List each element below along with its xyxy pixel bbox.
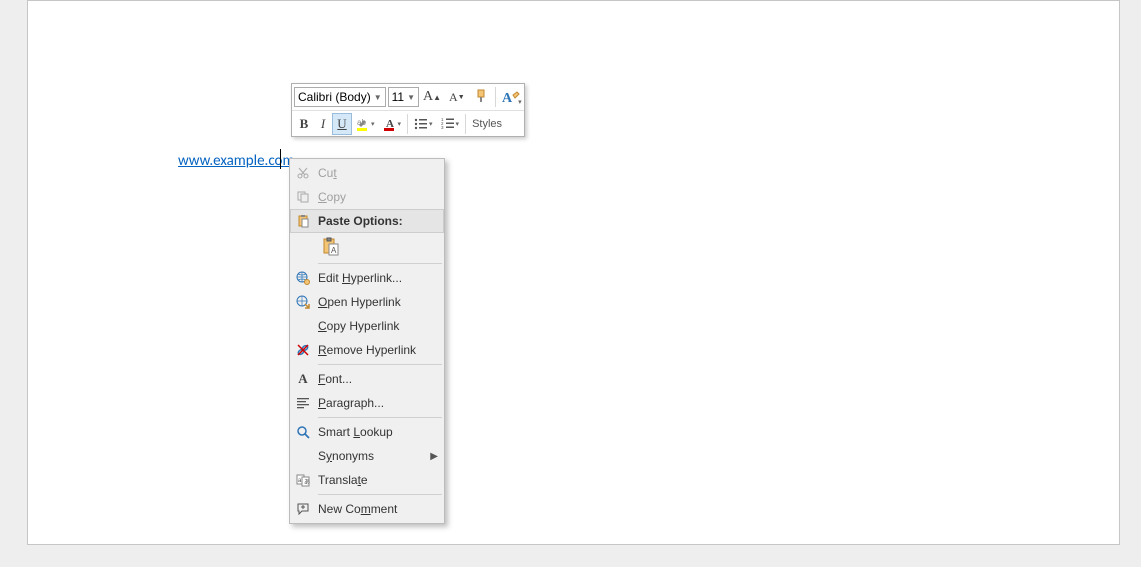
- dropdown-arrow-icon: ▼: [407, 93, 415, 102]
- blank-icon: [294, 447, 312, 465]
- menu-new-comment[interactable]: New Comment: [290, 497, 444, 521]
- font-a-icon: A: [294, 370, 312, 388]
- menu-cut[interactable]: Cut: [290, 161, 444, 185]
- font-name-combo[interactable]: Calibri (Body) ▼: [294, 87, 386, 107]
- grow-font-button[interactable]: A▲: [419, 86, 445, 108]
- copy-icon: [294, 188, 312, 206]
- font-color-icon: A: [383, 117, 397, 131]
- highlight-icon: ab: [356, 117, 370, 131]
- svg-text:3: 3: [441, 125, 444, 130]
- numbering-button[interactable]: 1 2 3 ▾: [437, 113, 464, 135]
- menu-copy[interactable]: Copy: [290, 185, 444, 209]
- svg-text:ab: ab: [357, 118, 366, 127]
- blank-icon: [294, 317, 312, 335]
- scissors-icon: [294, 164, 312, 182]
- paintbrush-icon: [473, 89, 489, 105]
- paste-icon: [294, 212, 312, 230]
- menu-edit-hyperlink[interactable]: Edit Hyperlink...: [290, 266, 444, 290]
- magnifier-icon: [294, 423, 312, 441]
- font-size-combo[interactable]: 11 ▼: [388, 87, 419, 107]
- document-page: www.example.com Calibri (Body) ▼ 11 ▼ A▲…: [27, 0, 1120, 545]
- paragraph-icon: [294, 394, 312, 412]
- context-menu: Cut Copy Paste Options: A: [289, 158, 445, 524]
- clipboard-text-icon: A: [321, 237, 341, 257]
- bullets-button[interactable]: ▾: [410, 113, 437, 135]
- svg-text:A: A: [331, 246, 337, 255]
- menu-translate[interactable]: aあ Translate: [290, 468, 444, 492]
- menu-paste-options[interactable]: Paste Options:: [290, 209, 444, 233]
- hyperlink-text[interactable]: www.example.com: [178, 152, 294, 170]
- menu-smart-lookup[interactable]: Smart Lookup: [290, 420, 444, 444]
- svg-text:A: A: [502, 91, 513, 104]
- underline-button[interactable]: U: [332, 113, 352, 135]
- mini-toolbar: Calibri (Body) ▼ 11 ▼ A▲ A▼: [291, 83, 525, 137]
- comment-icon: [294, 500, 312, 518]
- menu-copy-hyperlink[interactable]: Copy Hyperlink: [290, 314, 444, 338]
- svg-text:あ: あ: [304, 479, 310, 486]
- menu-synonyms[interactable]: Synonyms ▶: [290, 444, 444, 468]
- paste-keep-text-button[interactable]: A: [318, 235, 344, 259]
- italic-button[interactable]: I: [314, 113, 332, 135]
- paste-option-row: A: [290, 233, 444, 261]
- globe-open-icon: [294, 293, 312, 311]
- dropdown-arrow-icon: ▼: [374, 93, 382, 102]
- menu-paragraph[interactable]: Paragraph...: [290, 391, 444, 415]
- menu-font[interactable]: A Font...: [290, 367, 444, 391]
- text-cursor: [280, 149, 281, 169]
- numbering-icon: 1 2 3: [441, 117, 455, 131]
- styles-icon: A: [500, 90, 520, 104]
- styles-label: Styles: [470, 118, 504, 130]
- globe-link-icon: [294, 269, 312, 287]
- translate-icon: aあ: [294, 471, 312, 489]
- menu-open-hyperlink[interactable]: Open Hyperlink: [290, 290, 444, 314]
- format-painter-button[interactable]: [469, 86, 493, 108]
- font-size-value: 11: [392, 90, 404, 104]
- menu-remove-hyperlink[interactable]: Remove Hyperlink: [290, 338, 444, 362]
- styles-button[interactable]: A ▾: [498, 90, 522, 104]
- bullets-icon: [414, 117, 428, 131]
- chevron-right-icon: ▶: [430, 451, 438, 462]
- shrink-font-button[interactable]: A▼: [445, 86, 469, 108]
- font-name-value: Calibri (Body): [298, 90, 371, 104]
- highlight-color-button[interactable]: ab ▾: [352, 113, 379, 135]
- font-color-button[interactable]: A ▾: [379, 113, 406, 135]
- remove-link-icon: [294, 341, 312, 359]
- bold-button[interactable]: B: [294, 113, 314, 135]
